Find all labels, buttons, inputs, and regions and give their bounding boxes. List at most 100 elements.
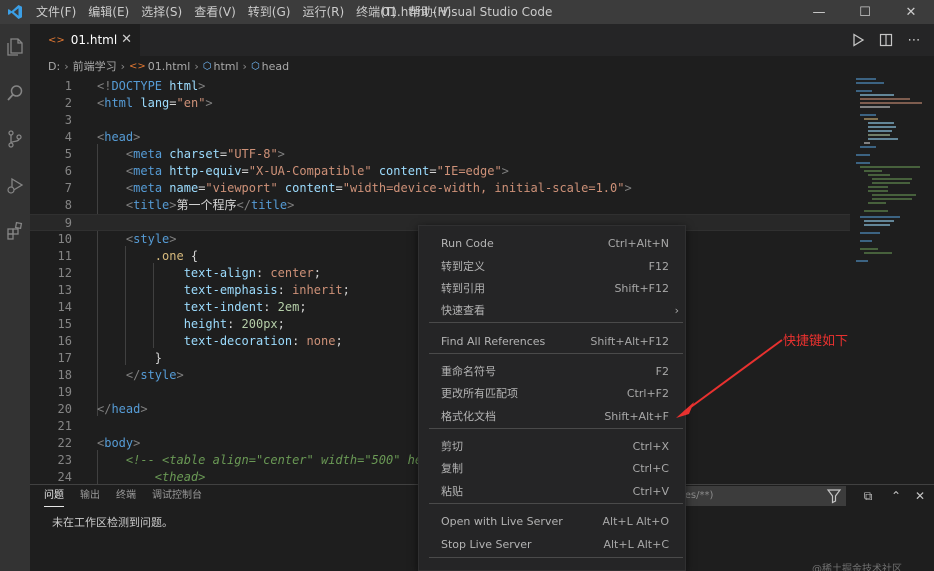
tab-01-html[interactable]: <> 01.html ✕	[30, 24, 140, 56]
menu-separator	[429, 503, 683, 504]
code-line[interactable]: 5 <meta charset="UTF-8">	[30, 146, 850, 163]
code-token: 第一个程序	[176, 198, 237, 212]
minimap-line	[868, 186, 888, 188]
menu-item-shortcut: Alt+L Alt+O	[602, 515, 669, 528]
title-bar: 文件(F) 编辑(E) 选择(S) 查看(V) 转到(G) 运行(R) 终端(T) 帮助(H)…	[0, 0, 934, 24]
minimap-line	[872, 182, 910, 184]
code-token: text-indent	[183, 300, 264, 314]
close-tab-icon[interactable]: ✕	[121, 32, 132, 47]
code-text: <head>	[97, 129, 140, 146]
menu-item-label: 转到引用	[441, 282, 485, 295]
line-number: 17	[57, 351, 72, 365]
menu-item[interactable]: 查看(V)	[188, 0, 242, 24]
code-line[interactable]: 6 <meta http-equiv="X-UA-Compatible" con…	[30, 163, 850, 180]
minimap-line	[856, 260, 868, 262]
split-editor-icon[interactable]	[872, 24, 900, 56]
code-token: ;	[342, 283, 350, 297]
minimap-line	[864, 220, 894, 222]
code-token: "viewport"	[205, 181, 278, 195]
code-token: {	[183, 249, 199, 263]
breadcrumb-drive[interactable]: D:	[48, 60, 60, 73]
menu-item[interactable]: 选择(S)	[135, 0, 188, 24]
context-menu-item[interactable]: 转到定义 F12	[419, 256, 687, 278]
menu-item[interactable]: 编辑(E)	[82, 0, 135, 24]
minimize-button[interactable]: —	[796, 0, 842, 24]
code-token: "UTF-8"	[227, 147, 278, 161]
menu-item-label: Find All References	[441, 335, 546, 348]
context-menu-item[interactable]: 快速查看 ›	[419, 300, 687, 322]
code-token: none	[306, 334, 336, 348]
menu-item[interactable]: 文件(F)	[30, 0, 82, 24]
minimap-line	[868, 190, 888, 192]
source-control-icon[interactable]	[0, 116, 30, 162]
breadcrumb-element-head[interactable]: head	[262, 60, 289, 73]
panel-tab[interactable]: 输出	[80, 485, 100, 507]
close-window-button[interactable]: ✕	[888, 0, 934, 24]
panel-tab[interactable]: 调试控制台	[152, 485, 202, 507]
context-menu-item[interactable]: Stop Live Server Alt+L Alt+C	[419, 534, 687, 556]
collapse-all-icon[interactable]: ⧉	[858, 486, 878, 506]
breadcrumb-file[interactable]: 01.html	[148, 60, 191, 73]
minimap-line	[868, 174, 890, 176]
context-menu-item[interactable]: 复制 Ctrl+C	[419, 458, 687, 480]
code-line[interactable]: 2 <html lang="en">	[30, 95, 850, 112]
code-token: title	[250, 198, 288, 212]
code-line[interactable]: 8 <title>第一个程序</title>	[30, 197, 850, 214]
breadcrumb-element-html[interactable]: html	[213, 60, 238, 73]
context-menu-item[interactable]: 重命名符号 F2	[419, 361, 687, 383]
code-line[interactable]: 4 <head>	[30, 129, 850, 146]
filter-icon[interactable]	[826, 488, 842, 504]
panel-tab[interactable]: 问题	[44, 485, 64, 507]
close-panel-icon[interactable]: ✕	[910, 486, 930, 506]
line-number: 16	[57, 334, 72, 348]
code-token: "width=device-width, initial-scale=1.0"	[342, 181, 625, 195]
context-menu-item[interactable]: 更改所有匹配项 Ctrl+F2	[419, 383, 687, 405]
menu-item[interactable]: 终端(T)	[350, 0, 403, 24]
context-menu-item[interactable]: 粘贴 Ctrl+V	[419, 481, 687, 503]
maximize-button[interactable]: ☐	[842, 0, 888, 24]
menu-item-shortcut: Ctrl+F2	[626, 387, 669, 400]
vscode-logo-icon[interactable]	[0, 0, 30, 24]
context-menu-item[interactable]: 转到引用 Shift+F12	[419, 278, 687, 300]
code-token: >	[133, 436, 141, 450]
run-debug-icon[interactable]	[0, 162, 30, 208]
menu-item[interactable]: 帮助(H)	[403, 0, 457, 24]
code-token: html	[169, 79, 199, 93]
explorer-icon[interactable]	[0, 24, 30, 70]
breadcrumb-separator-icon: ›	[120, 59, 125, 73]
extensions-icon[interactable]	[0, 208, 30, 254]
breadcrumb-folder[interactable]: 前端学习	[73, 58, 117, 74]
context-menu-item[interactable]: 格式化文档 Shift+Alt+F	[419, 406, 687, 428]
panel-tab[interactable]: 终端	[116, 485, 136, 507]
maximize-panel-icon[interactable]: ⌃	[886, 486, 906, 506]
line-number: 8	[64, 198, 72, 212]
more-actions-icon[interactable]: ⋯	[900, 24, 928, 56]
menu-item[interactable]: 运行(R)	[296, 0, 350, 24]
code-token: }	[97, 351, 163, 365]
minimap[interactable]	[850, 76, 934, 484]
context-menu-item[interactable]: Run Code Ctrl+Alt+N	[419, 233, 687, 255]
context-menu-item[interactable]: Open with Live Server Alt+L Alt+O	[419, 511, 687, 533]
code-token: :	[277, 283, 293, 297]
code-line[interactable]: 3	[30, 112, 850, 129]
code-token: :	[263, 300, 278, 314]
code-token: 2em	[277, 300, 300, 314]
search-icon[interactable]	[0, 70, 30, 116]
context-menu-item[interactable]: 剪切 Ctrl+X	[419, 436, 687, 458]
code-line[interactable]: 1 <!DOCTYPE html>	[30, 78, 850, 95]
line-number: 24	[57, 470, 72, 484]
line-number: 22	[57, 436, 72, 450]
minimap-line	[868, 202, 886, 204]
watermark: @稀土掘金技术社区	[812, 564, 902, 571]
menu-item[interactable]: 转到(G)	[242, 0, 297, 24]
line-number: 3	[64, 113, 72, 127]
context-menu-item[interactable]: Find All References Shift+Alt+F12	[419, 331, 687, 353]
code-token: html	[104, 96, 134, 110]
run-icon[interactable]	[844, 24, 872, 56]
problems-filter-input[interactable]: les/**)	[678, 486, 846, 506]
code-line[interactable]: 7 <meta name="viewport" content="width=d…	[30, 180, 850, 197]
